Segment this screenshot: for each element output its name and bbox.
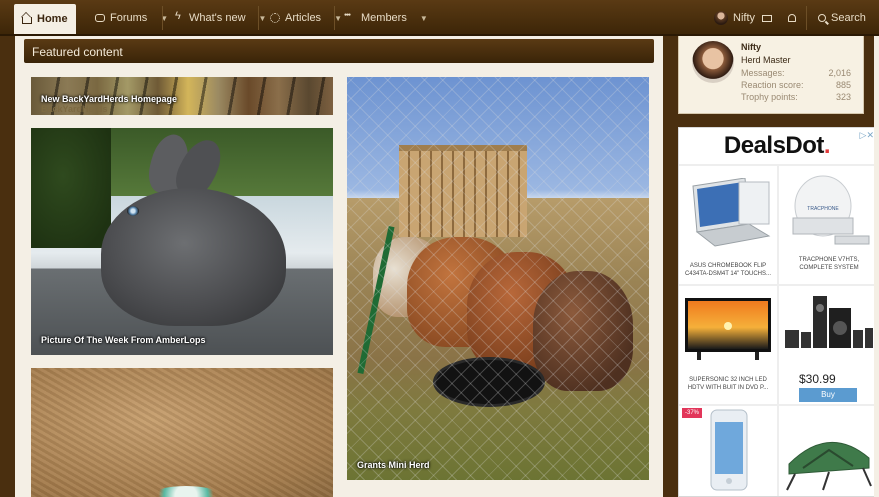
- nav-search-label: Search: [831, 12, 866, 24]
- product-dome-image[interactable]: TRACPHONE: [787, 170, 873, 250]
- product-name[interactable]: TRACPHONE V7HTS, COMPLETE SYSTEM: [783, 256, 875, 272]
- profile-stat: Reaction score: 885: [741, 80, 851, 90]
- featured-heading: Featured content: [24, 39, 654, 63]
- product-laptop-image[interactable]: [685, 177, 771, 248]
- nav-home-label: Home: [37, 13, 68, 25]
- phone-icon: [710, 409, 748, 491]
- nav-forums-label: Forums: [110, 12, 148, 24]
- featured-content-panel: Featured content BackYardHerds New BackY…: [15, 36, 663, 497]
- featured-card-rug[interactable]: [31, 368, 333, 497]
- profile-rank: Herd Master: [741, 55, 791, 65]
- product-tent-cot-image[interactable]: [783, 424, 875, 494]
- television-icon: [685, 298, 771, 360]
- users-icon: [344, 12, 356, 23]
- nav-search[interactable]: Search: [810, 4, 874, 32]
- stat-label: Trophy points:: [741, 92, 798, 102]
- bunny-photo-eye: [127, 206, 139, 216]
- nav-articles-label: Articles: [285, 12, 322, 24]
- avatar: [714, 11, 728, 25]
- nav-articles[interactable]: Articles ▼: [262, 4, 350, 32]
- discount-badge: -37%: [682, 408, 703, 418]
- gear-icon: [270, 13, 280, 23]
- nav-whats-new-label: What's new: [189, 12, 246, 24]
- nav-username: Nifty: [733, 12, 755, 24]
- product-speakers-image[interactable]: [783, 288, 875, 368]
- stat-label: Messages:: [741, 68, 785, 78]
- sidebar: Nifty Herd Master Messages: 2,016 Reacti…: [677, 36, 879, 497]
- nav-members-label: Members: [361, 12, 407, 24]
- profile-username[interactable]: Nifty: [741, 42, 761, 52]
- featured-card-bunny[interactable]: Picture Of The Week From AmberLops: [31, 128, 333, 355]
- ad-choices-icon[interactable]: ▷✕: [860, 130, 874, 141]
- product-name[interactable]: ASUS CHROMEBOOK FLIP C434TA-DSM4T 14" TO…: [682, 262, 774, 278]
- laptop-icon: [692, 177, 771, 247]
- product-name[interactable]: SUPERSONIC 32 INCH LED HDTV WITH BUIT IN…: [682, 376, 774, 392]
- nav-divider: [334, 6, 335, 30]
- banner-logo-text: BackYardHerds: [41, 104, 108, 114]
- avatar[interactable]: [692, 41, 734, 83]
- stat-value: 323: [835, 92, 851, 102]
- nav-inbox[interactable]: [754, 4, 780, 32]
- svg-text:TRACPHONE: TRACPHONE: [807, 206, 839, 212]
- rug-photo: [31, 368, 333, 497]
- cows-photo-fence: [347, 77, 649, 480]
- product-tv-image[interactable]: [683, 296, 775, 362]
- bunny-photo-foliage: [31, 128, 111, 248]
- product-price: $30.99: [799, 372, 836, 386]
- bell-icon: [788, 14, 796, 22]
- ad-grid-divider: [679, 404, 877, 406]
- featured-card-caption: Picture Of The Week From AmberLops: [41, 335, 206, 345]
- nav-divider: [162, 6, 163, 30]
- featured-card-caption: Grants Mini Herd: [357, 460, 430, 470]
- speaker-system-icon: [785, 296, 873, 348]
- nav-divider: [806, 6, 807, 30]
- satellite-dome-icon: TRACPHONE: [792, 175, 870, 245]
- product-phone-case-image[interactable]: [707, 408, 751, 494]
- stat-value: 2,016: [828, 68, 851, 78]
- envelope-icon: [762, 14, 772, 22]
- nav-alerts[interactable]: [780, 4, 804, 32]
- member-profile-block: Nifty Herd Master Messages: 2,016 Reacti…: [678, 36, 864, 114]
- bolt-icon: [174, 10, 184, 23]
- ad-grid-divider: [679, 164, 877, 166]
- buy-button[interactable]: Buy: [799, 388, 857, 402]
- profile-stat: Messages: 2,016: [741, 68, 851, 78]
- top-navigation: Home Forums ▼ What's new ▼ Articles ▼ Me…: [0, 0, 879, 36]
- home-icon: [22, 17, 32, 24]
- stat-value: 885: [835, 80, 851, 90]
- ad-grid-divider: [679, 284, 877, 286]
- nav-divider: [258, 6, 259, 30]
- ad-brand-name: DealsDot: [723, 132, 825, 159]
- profile-stat: Trophy points: 323: [741, 92, 851, 102]
- nav-members[interactable]: Members ▼: [338, 4, 436, 32]
- nav-home[interactable]: Home: [14, 4, 76, 34]
- featured-card-banner[interactable]: BackYardHerds New BackYardHerds Homepage: [31, 77, 333, 115]
- search-icon: [818, 14, 826, 22]
- page-edge: [874, 36, 879, 497]
- ad-brand-dot: .: [823, 132, 831, 159]
- ad-grid-divider: [777, 164, 779, 496]
- featured-card-caption: New BackYardHerds Homepage: [41, 94, 178, 104]
- comments-icon: [95, 14, 105, 22]
- tent-icon: [786, 442, 872, 491]
- ad-brand-logo[interactable]: DealsDot.: [679, 132, 875, 160]
- featured-card-cows[interactable]: Grants Mini Herd: [347, 77, 649, 480]
- chevron-down-icon[interactable]: ▼: [420, 14, 428, 23]
- advertisement[interactable]: DealsDot. ▷✕ ASUS CHROMEBOOK FLIP C434TA…: [678, 127, 878, 497]
- stat-label: Reaction score:: [741, 80, 804, 90]
